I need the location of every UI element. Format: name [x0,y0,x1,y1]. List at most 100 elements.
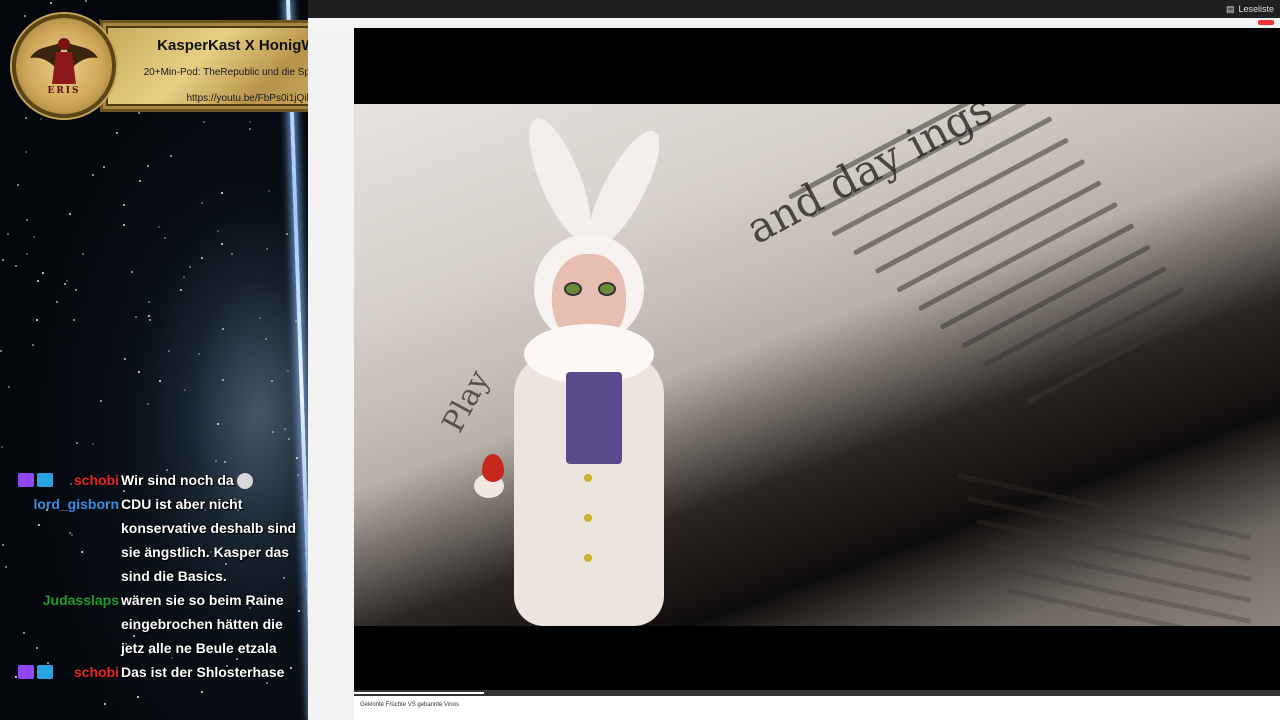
purple-scarf [566,372,622,464]
star [147,403,149,405]
chat-text-content: CDU ist aber nicht konservative deshalb … [121,496,297,584]
browser-window: ▤ Leseliste and day ings Play Geklonte F… [308,0,1280,720]
star [0,350,2,352]
star [221,243,223,245]
logo-text: ERIS [47,86,81,96]
star [25,151,27,153]
coat-button [584,554,592,562]
star [40,118,42,120]
star [2,544,4,546]
star [296,457,298,459]
star [284,428,286,430]
star [147,165,149,167]
star [217,230,219,232]
star [1,446,3,448]
star [203,121,205,123]
star [42,272,44,274]
star [135,316,137,318]
star [82,253,84,255]
star [231,253,233,255]
star [259,317,261,319]
left-eye [564,282,582,296]
star [56,301,58,303]
chat-username[interactable]: Judasslaps [43,588,119,612]
star [76,442,78,444]
star [288,438,290,440]
progress-fill [354,692,484,694]
star [170,155,172,157]
coat-button [584,514,592,522]
star [92,174,94,176]
star [201,202,203,204]
star [164,237,166,239]
chat-text-content: wären sie so beim Raine eingebrochen hät… [121,592,284,656]
emote-icon [236,473,253,490]
star [26,253,28,255]
star [183,276,185,278]
star [198,353,200,355]
right-eye [598,282,616,296]
prime-badge-icon [18,665,34,679]
chat-username[interactable]: lord_gisborn [33,492,119,516]
chat-message: schobi Wir sind noch da [14,468,306,492]
star [103,166,105,168]
text-line [917,201,1119,312]
subscribe-button[interactable] [1258,20,1274,25]
prime-badge-icon [18,473,34,487]
star [249,128,251,130]
strawberry [482,454,504,482]
site-sidebar [308,28,354,720]
star [26,219,28,221]
star [138,371,140,373]
star [271,380,273,382]
chat-message: lord_gisborn CDU ist aber nicht konservat… [14,492,306,588]
star [221,192,223,194]
star [148,315,150,317]
star [201,257,203,259]
star [224,461,226,463]
star [131,271,133,273]
star [201,691,203,693]
star [32,344,34,346]
reading-list-label: Leseliste [1238,4,1274,14]
winged-figure-icon [30,38,98,84]
star [75,289,77,291]
chat-text-content: Das ist der Shlosterhase [121,664,285,680]
chat-username[interactable]: schobi [74,468,119,492]
star [286,233,288,235]
user-badges [18,665,53,679]
star [5,566,7,568]
book-heading: and day ings [738,104,1000,254]
star [189,266,191,268]
star [137,696,139,698]
sub-badge-icon [37,473,53,487]
star [222,379,224,381]
chat-text: Wir sind noch da [121,468,306,492]
star [73,319,75,321]
star [139,180,141,182]
star [265,338,267,340]
text-line [896,180,1102,293]
bunny-character [464,111,724,626]
star [295,320,297,322]
video-player[interactable]: and day ings Play [354,28,1280,696]
star [180,289,182,291]
star [37,280,39,282]
chat-username[interactable]: schobi [74,660,119,684]
star [272,431,274,433]
sub-badge-icon [37,665,53,679]
reading-list-button[interactable]: ▤ Leseliste [1226,0,1274,18]
star [36,319,38,321]
star [215,460,217,462]
chat-message: schobi Das ist der Shlosterhase [14,660,306,684]
star [123,204,125,206]
video-frame[interactable]: and day ings Play [354,104,1280,626]
text-line [961,244,1151,349]
star [148,301,150,303]
star [168,350,170,352]
text-line [939,223,1135,330]
chat-text: Das ist der Shlosterhase [121,660,306,684]
star [149,319,151,321]
user-badges [18,473,53,487]
star [2,259,4,261]
